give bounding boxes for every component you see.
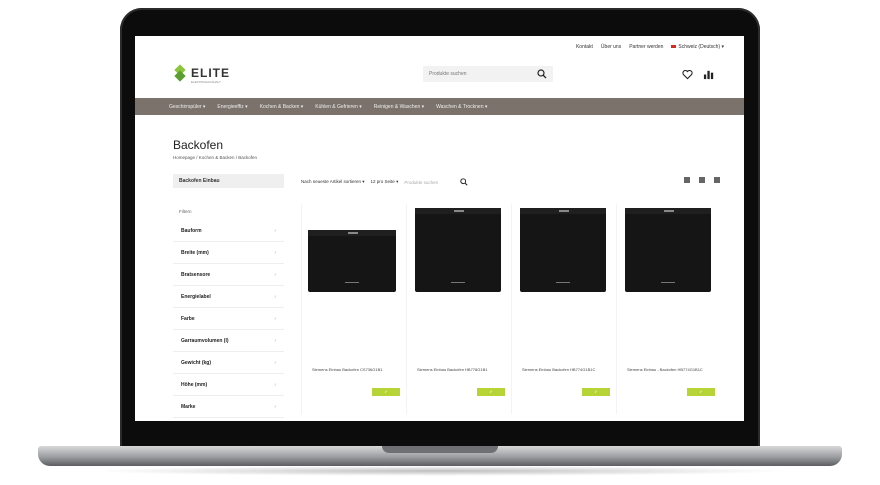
breadcrumb[interactable]: Homepage / Kochen & Backen / Backofen [173, 155, 257, 160]
facet-label: Marke [181, 403, 196, 410]
view-switcher [684, 177, 720, 183]
swiss-flag-icon [671, 45, 677, 48]
facet-label: Gewicht (kg) [181, 359, 212, 366]
oven-image [415, 208, 501, 292]
oven-image [520, 208, 606, 292]
product-toolbar: Nach neueste Artikel sortieren ▾ 12 pro … [301, 177, 468, 187]
chevron-right-icon: › [274, 337, 276, 344]
nav-item-laundry[interactable]: Waschen & Trocknen ▾ [436, 104, 487, 110]
facet-farbe[interactable]: Farbe › [173, 308, 284, 330]
facet-breite[interactable]: Breite (mm) › [173, 242, 284, 264]
facet-gewicht[interactable]: Gewicht (kg) › [173, 352, 284, 374]
site-logo[interactable]: ELITE [173, 64, 231, 82]
product-name[interactable]: Siemens Einbau Backofen HB778G1B1 [417, 367, 501, 372]
logo-text: ELITE [191, 66, 231, 80]
cart-badge[interactable]: ✓ [687, 388, 715, 396]
nav-item-cleaning[interactable]: Reinigen & Waschen ▾ [374, 104, 424, 110]
country-label: Schweiz (Deutsch) ▾ [678, 44, 724, 50]
product-name[interactable]: Siemens Einbau - Backofen HB774G1B1C [627, 367, 711, 372]
nav-item-cooking[interactable]: Kochen & Backen ▾ [260, 104, 304, 110]
facet-label: Höhe (mm) [181, 381, 208, 388]
search-icon[interactable] [537, 69, 547, 79]
chevron-right-icon: › [274, 271, 276, 278]
compact-view-icon[interactable] [714, 177, 720, 183]
chevron-right-icon: › [274, 403, 276, 410]
topbar-link-contact[interactable]: Kontakt [576, 44, 593, 50]
cart-badge[interactable]: ✓ [582, 388, 610, 396]
logo-mark-icon [173, 64, 187, 82]
chevron-right-icon: › [274, 381, 276, 388]
facet-bratsensore[interactable]: Bratsensore › [173, 264, 284, 286]
product-card[interactable]: Siemens Einbau Backofen CS736G1B1 ✓ [301, 204, 405, 414]
facet-label: Farbe [181, 315, 195, 322]
facet-marke[interactable]: Marke › [173, 396, 284, 418]
product-card[interactable]: Siemens Einbau - Backofen HB774G1B1C ✓ [616, 204, 720, 414]
topbar-link-about[interactable]: Über uns [601, 44, 621, 50]
facet-garraumvolumen[interactable]: Garraumvolumen (l) › [173, 330, 284, 352]
chevron-right-icon: › [274, 293, 276, 300]
chevron-right-icon: › [274, 315, 276, 322]
topbar-link-partner[interactable]: Partner werden [629, 44, 663, 50]
laptop-shadow [90, 466, 790, 476]
chevron-right-icon: › [274, 249, 276, 256]
product-name[interactable]: Siemens Einbau Backofen CS736G1B1 [312, 367, 396, 372]
grid-view-icon[interactable] [684, 177, 690, 183]
per-page-select[interactable]: 12 pro Seite ▾ [371, 179, 399, 185]
search-icon[interactable] [460, 178, 468, 186]
laptop-screen: Kontakt Über uns Partner werden Schweiz … [135, 36, 744, 421]
sort-select[interactable]: Nach neueste Artikel sortieren ▾ [301, 179, 365, 185]
cart-badge[interactable]: ✓ [372, 388, 400, 396]
header-search-input[interactable] [429, 69, 519, 79]
main-navigation: Geschirrspüler ▾ Energieeffiz ▾ Kochen &… [135, 98, 744, 115]
product-card[interactable]: Siemens Einbau Backofen HB778G1B1 ✓ [406, 204, 510, 414]
facet-bauform[interactable]: Bauform › [173, 220, 284, 242]
oven-image [308, 230, 396, 292]
top-utility-bar: Kontakt Über uns Partner werden Schweiz … [135, 36, 744, 56]
list-view-icon[interactable] [699, 177, 705, 183]
facet-label: Garraumvolumen (l) [181, 337, 229, 344]
product-grid: Siemens Einbau Backofen CS736G1B1 ✓ Siem… [301, 204, 721, 414]
oven-image [625, 208, 711, 292]
heart-icon[interactable] [682, 69, 693, 80]
compare-icon[interactable] [703, 69, 714, 80]
chevron-right-icon: › [274, 227, 276, 234]
laptop-notch [382, 446, 498, 453]
sidebar-category-heading[interactable]: Backofen Einbau [173, 174, 284, 188]
page-title: Backofen [173, 138, 224, 152]
logo-tagline: ELEKTROHAUSHALT [191, 80, 221, 84]
facet-label: Energielabel [181, 293, 211, 300]
header-icons [682, 69, 714, 80]
header-search [423, 66, 553, 82]
facet-energielabel[interactable]: Energielabel › [173, 286, 284, 308]
filter-label: Filtern [179, 209, 192, 214]
product-card[interactable]: Siemens Einbau Backofen HB774G1B1C ✓ [511, 204, 615, 414]
country-selector[interactable]: Schweiz (Deutsch) ▾ [671, 44, 724, 50]
filter-facets: Bauform › Breite (mm) › Bratsensore › Energ… [173, 220, 284, 418]
facet-hoehe[interactable]: Höhe (mm) › [173, 374, 284, 396]
facet-label: Breite (mm) [181, 249, 209, 256]
cart-badge[interactable]: ✓ [477, 388, 505, 396]
product-name[interactable]: Siemens Einbau Backofen HB774G1B1C [522, 367, 606, 372]
nav-item-energy[interactable]: Energieeffiz ▾ [217, 104, 247, 110]
product-search-input[interactable]: Produkte suchen [404, 180, 454, 185]
facet-label: Bauform [181, 227, 202, 234]
chevron-right-icon: › [274, 359, 276, 366]
nav-item-dishwashers[interactable]: Geschirrspüler ▾ [169, 104, 205, 110]
facet-label: Bratsensore [181, 271, 211, 278]
nav-item-cooling[interactable]: Kühlen & Gefrieren ▾ [315, 104, 361, 110]
